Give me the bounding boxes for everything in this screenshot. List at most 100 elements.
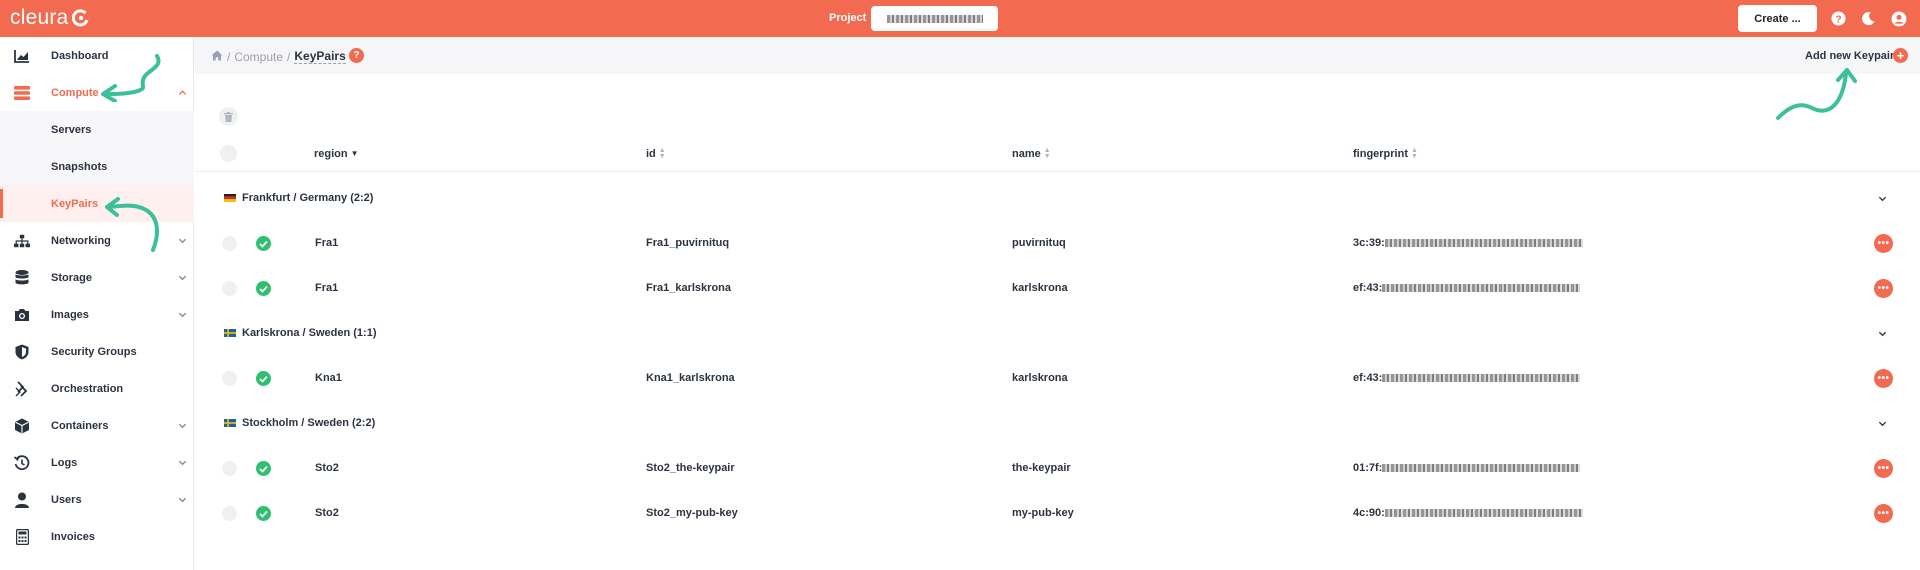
user-icon xyxy=(14,492,30,508)
plus-circle-icon[interactable]: + xyxy=(1893,48,1908,63)
table-row[interactable]: Sto2 Sto2_the-keypair the-keypair 01:7f:… xyxy=(195,446,1920,491)
cell-region: Sto2 xyxy=(315,462,339,474)
database-icon xyxy=(14,269,30,286)
sidebar-item-containers[interactable]: Containers xyxy=(0,407,194,444)
dark-mode-icon[interactable] xyxy=(1860,10,1877,27)
sidebar-item-security-groups[interactable]: Security Groups xyxy=(0,333,194,370)
sidebar-item-label: KeyPairs xyxy=(51,197,99,210)
sidebar-item-images[interactable]: Images xyxy=(0,296,194,333)
divider xyxy=(195,171,1920,172)
cell-fingerprint: 3c:39: xyxy=(1353,237,1583,249)
home-icon[interactable] xyxy=(211,50,223,64)
add-keypair-link[interactable]: Add new Keypair xyxy=(1805,50,1894,62)
top-bar: cleura Project Create ... ? xyxy=(0,0,1920,37)
cell-name: karlskrona xyxy=(1012,372,1068,384)
row-actions-button[interactable]: ••• xyxy=(1874,279,1893,298)
cell-region: Fra1 xyxy=(315,282,339,294)
sort-desc-icon: ▼ xyxy=(350,149,359,158)
select-all-checkbox[interactable] xyxy=(220,145,237,162)
region-group-stockholm[interactable]: Stockholm / Sweden (2:2) xyxy=(195,406,1920,442)
table-row[interactable]: Sto2 Sto2_my-pub-key my-pub-key 4c:90: •… xyxy=(195,491,1920,536)
cell-id: Fra1_karlskrona xyxy=(646,282,731,294)
sidebar-item-compute[interactable]: Compute xyxy=(0,74,194,111)
chevron-down-icon xyxy=(178,423,187,429)
row-actions-button[interactable]: ••• xyxy=(1874,504,1893,523)
breadcrumb: / Compute / KeyPairs xyxy=(211,49,346,64)
cell-fingerprint: 4c:90: xyxy=(1353,507,1583,519)
chevron-down-icon[interactable] xyxy=(1878,420,1887,428)
sidebar-item-networking[interactable]: Networking xyxy=(0,222,194,259)
breadcrumb-separator: / xyxy=(287,49,291,64)
logo-mark-icon xyxy=(72,9,90,27)
user-account-icon[interactable] xyxy=(1890,10,1907,27)
page-help-icon[interactable]: ? xyxy=(349,48,364,63)
row-checkbox[interactable] xyxy=(222,236,237,251)
row-checkbox[interactable] xyxy=(222,461,237,476)
sidebar-item-label: Storage xyxy=(51,271,92,284)
fingerprint-prefix: 01:7f: xyxy=(1353,462,1383,474)
redacted-fingerprint xyxy=(1384,239,1583,247)
delete-selected-button[interactable] xyxy=(219,107,238,126)
chevron-down-icon[interactable] xyxy=(1878,195,1887,203)
sidebar-item-label: Images xyxy=(51,308,89,321)
sidebar-item-logs[interactable]: Logs xyxy=(0,444,194,481)
cell-name: karlskrona xyxy=(1012,282,1068,294)
sidebar-item-label: Snapshots xyxy=(51,160,108,173)
sidebar-item-invoices[interactable]: Invoices xyxy=(0,518,194,555)
sidebar-item-label: Logs xyxy=(51,456,78,469)
chevron-down-icon xyxy=(178,275,187,281)
breadcrumb-separator: / xyxy=(227,49,231,64)
brand-logo[interactable]: cleura xyxy=(10,6,90,30)
cell-name: puvirnituq xyxy=(1012,237,1066,249)
column-header-id[interactable]: id ▲ ▼ xyxy=(646,147,666,160)
sidebar-item-storage[interactable]: Storage xyxy=(0,259,194,296)
table-row[interactable]: Fra1 Fra1_karlskrona karlskrona ef:43: •… xyxy=(195,266,1920,311)
row-checkbox[interactable] xyxy=(222,371,237,386)
camera-icon xyxy=(14,307,30,323)
project-select[interactable] xyxy=(871,6,998,31)
chevron-down-icon[interactable] xyxy=(1878,330,1887,338)
row-actions-button[interactable]: ••• xyxy=(1874,234,1893,253)
cell-fingerprint: 01:7f: xyxy=(1353,462,1581,474)
sidebar-item-orchestration[interactable]: Orchestration xyxy=(0,370,194,407)
sidebar-item-keypairs[interactable]: KeyPairs xyxy=(0,185,194,222)
history-icon xyxy=(14,454,30,471)
sidebar-item-label: Invoices xyxy=(51,530,96,543)
sidebar-item-users[interactable]: Users xyxy=(0,481,194,518)
brand-name: cleura xyxy=(10,6,69,29)
status-ok-icon xyxy=(256,371,271,386)
orchestration-icon xyxy=(14,380,30,397)
server-stack-icon xyxy=(14,85,30,101)
help-icon[interactable]: ? xyxy=(1830,10,1847,27)
sidebar-item-servers[interactable]: Servers xyxy=(0,111,194,148)
network-icon xyxy=(14,233,30,249)
cell-region: Kna1 xyxy=(315,372,342,384)
fingerprint-prefix: 3c:39: xyxy=(1353,237,1385,249)
project-label: Project xyxy=(829,12,867,24)
column-header-name[interactable]: name ▲ ▼ xyxy=(1012,147,1051,160)
region-group-karlskrona[interactable]: Karlskrona / Sweden (1:1) xyxy=(195,316,1920,352)
cube-icon xyxy=(14,418,30,434)
cell-fingerprint: ef:43: xyxy=(1353,282,1581,294)
sort-icon: ▲ ▼ xyxy=(1043,147,1051,160)
column-header-fingerprint[interactable]: fingerprint ▲ ▼ xyxy=(1353,147,1418,160)
group-label: Karlskrona / Sweden (1:1) xyxy=(242,327,377,339)
row-actions-button[interactable]: ••• xyxy=(1874,369,1893,388)
sidebar-item-dashboard[interactable]: Dashboard xyxy=(0,37,194,74)
table-row[interactable]: Kna1 Kna1_karlskrona karlskrona ef:43: •… xyxy=(195,356,1920,401)
create-button[interactable]: Create ... xyxy=(1738,5,1817,32)
row-checkbox[interactable] xyxy=(222,506,237,521)
table-row[interactable]: Fra1 Fra1_puvirnituq puvirnituq 3c:39: •… xyxy=(195,221,1920,266)
breadcrumb-compute[interactable]: Compute xyxy=(234,50,283,64)
row-actions-button[interactable]: ••• xyxy=(1874,459,1893,478)
redacted-project-name xyxy=(886,14,983,23)
column-header-region[interactable]: region ▼ xyxy=(314,148,359,160)
column-header-label: fingerprint xyxy=(1353,148,1408,160)
row-checkbox[interactable] xyxy=(222,281,237,296)
region-group-frankfurt[interactable]: Frankfurt / Germany (2:2) xyxy=(195,181,1920,217)
sidebar-item-snapshots[interactable]: Snapshots xyxy=(0,148,194,185)
column-header-label: id xyxy=(646,148,656,160)
status-ok-icon xyxy=(256,506,271,521)
sidebar-item-label: Compute xyxy=(51,86,99,99)
sweden-flag-icon xyxy=(224,419,236,427)
